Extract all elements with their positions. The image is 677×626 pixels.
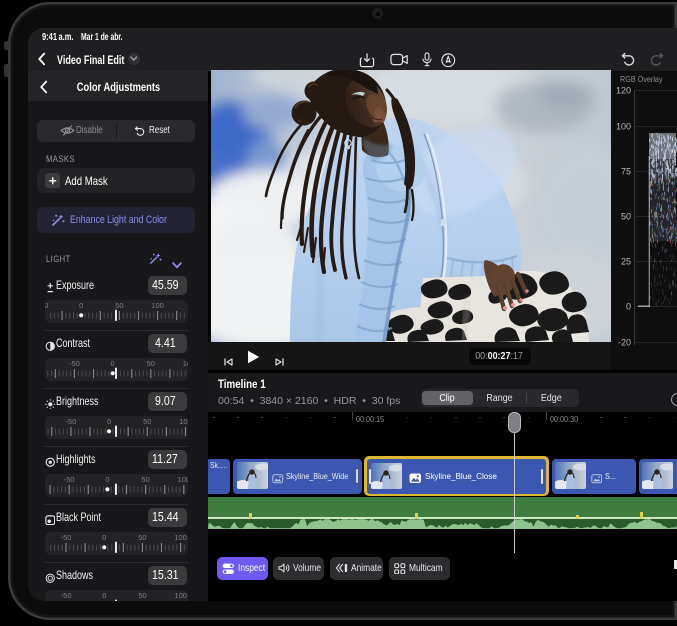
svg-text:50: 50	[141, 475, 149, 484]
svg-text:-50: -50	[60, 533, 71, 542]
svg-text:50: 50	[115, 301, 123, 310]
svg-text:-50: -50	[60, 591, 71, 600]
svg-text:-50: -50	[68, 359, 79, 368]
svg-text:-50: -50	[65, 417, 76, 426]
svg-text:-50: -50	[63, 475, 74, 484]
svg-text:100: 100	[182, 359, 188, 368]
svg-text:0: 0	[110, 359, 114, 368]
svg-text:50: 50	[138, 591, 146, 600]
svg-text:0: 0	[102, 533, 106, 542]
svg-text:50: 50	[138, 533, 146, 542]
svg-text:-50: -50	[45, 301, 48, 310]
svg-text:0: 0	[102, 591, 106, 600]
svg-text:0: 0	[105, 475, 109, 484]
svg-text:100: 100	[151, 301, 164, 310]
svg-text:0: 0	[79, 301, 83, 310]
svg-text:50: 50	[143, 417, 151, 426]
svg-text:0: 0	[107, 417, 111, 426]
svg-text:100: 100	[177, 475, 188, 484]
svg-text:100: 100	[179, 417, 188, 426]
svg-text:100: 100	[174, 533, 187, 542]
svg-text:100: 100	[174, 591, 187, 600]
svg-text:50: 50	[146, 359, 154, 368]
